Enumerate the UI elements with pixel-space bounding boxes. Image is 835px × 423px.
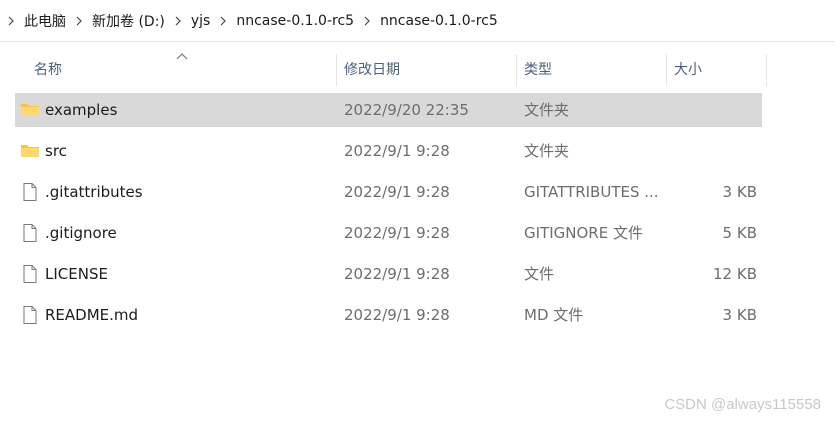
folder-icon [20,141,40,161]
file-row[interactable]: .gitattributes 2022/9/1 9:28 GITATTRIBUT… [15,175,762,209]
file-row[interactable]: .gitignore 2022/9/1 9:28 GITIGNORE 文件 5 … [15,216,762,250]
breadcrumb: 此电脑 新加卷 (D:) yjs nncase-0.1.0-rc5 nncase… [0,0,835,42]
file-name: LICENSE [45,265,108,283]
file-date: 2022/9/1 9:28 [344,306,450,324]
file-type: GITATTRIBUTES ... [524,183,659,201]
column-divider[interactable] [336,54,337,86]
breadcrumb-item-drive[interactable]: 新加卷 (D:) [90,9,167,33]
column-header-type[interactable]: 类型 [524,54,552,86]
file-size [670,134,757,168]
column-header-date[interactable]: 修改日期 [344,54,400,86]
breadcrumb-item-nncase-outer[interactable]: nncase-0.1.0-rc5 [234,11,356,31]
file-name: src [45,142,67,160]
column-header: 名称 修改日期 类型 大小 [0,42,835,92]
file-row[interactable]: README.md 2022/9/1 9:28 MD 文件 3 KB [15,298,762,332]
file-name: .gitattributes [45,183,143,201]
chevron-right-icon[interactable] [216,16,230,26]
file-row[interactable]: LICENSE 2022/9/1 9:28 文件 12 KB [15,257,762,291]
watermark: CSDN @always115558 [664,396,821,413]
file-size: 3 KB [722,306,757,324]
file-size: 5 KB [722,224,757,242]
file-name: .gitignore [45,224,117,242]
chevron-right-icon[interactable] [360,16,374,26]
breadcrumb-item-yjs[interactable]: yjs [189,11,212,31]
file-type: 文件夹 [524,101,570,119]
breadcrumb-item-this-pc[interactable]: 此电脑 [22,9,68,33]
file-row[interactable]: examples 2022/9/20 22:35 文件夹 [15,93,762,127]
file-size: 3 KB [722,183,757,201]
file-type: 文件 [524,265,555,283]
file-size [670,93,757,127]
column-header-name[interactable]: 名称 [34,54,62,86]
chevron-right-icon[interactable] [4,16,18,26]
folder-icon [20,100,40,120]
file-size: 12 KB [713,265,757,283]
column-divider[interactable] [516,54,517,86]
file-icon [20,305,40,325]
file-type: GITIGNORE 文件 [524,224,643,242]
file-row[interactable]: src 2022/9/1 9:28 文件夹 [15,134,762,168]
file-icon [20,182,40,202]
file-type: MD 文件 [524,306,584,324]
column-divider[interactable] [666,54,667,86]
file-type: 文件夹 [524,142,570,160]
breadcrumb-item-nncase-inner[interactable]: nncase-0.1.0-rc5 [378,11,500,31]
file-name: README.md [45,306,139,324]
chevron-right-icon[interactable] [72,16,86,26]
file-date: 2022/9/1 9:28 [344,265,450,283]
column-header-size[interactable]: 大小 [674,54,702,86]
file-date: 2022/9/1 9:28 [344,183,450,201]
file-date: 2022/9/1 9:28 [344,224,450,242]
sort-ascending-icon [176,53,188,60]
file-icon [20,223,40,243]
file-name: examples [45,101,118,119]
file-icon [20,264,40,284]
chevron-right-icon[interactable] [171,16,185,26]
column-divider[interactable] [766,54,767,86]
file-date: 2022/9/20 22:35 [344,101,469,119]
file-date: 2022/9/1 9:28 [344,142,450,160]
